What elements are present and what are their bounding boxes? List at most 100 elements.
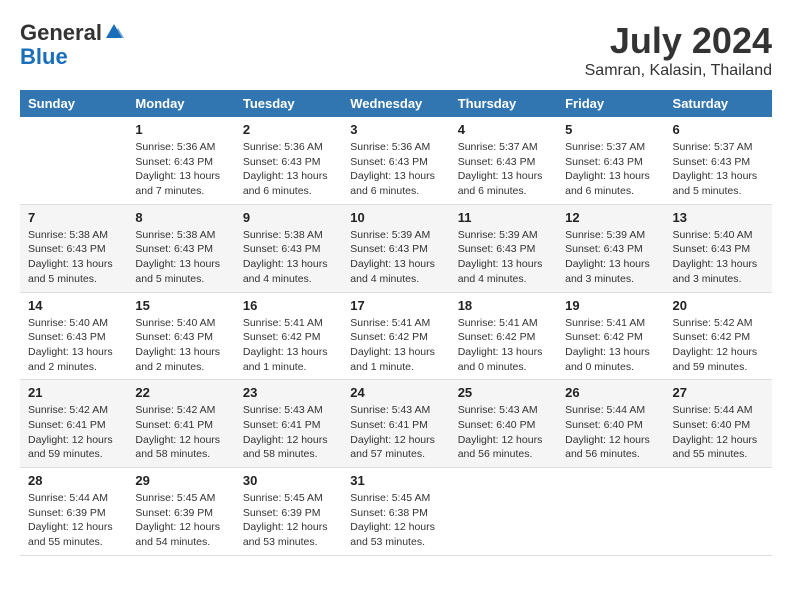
day-info: Sunrise: 5:41 AMSunset: 6:42 PMDaylight:… bbox=[565, 316, 656, 375]
calendar-day-cell: 20 Sunrise: 5:42 AMSunset: 6:42 PMDayligh… bbox=[665, 292, 772, 380]
title-block: July 2024 Samran, Kalasin, Thailand bbox=[585, 20, 772, 80]
day-info: Sunrise: 5:43 AMSunset: 6:41 PMDaylight:… bbox=[243, 403, 334, 462]
day-number: 23 bbox=[243, 385, 334, 400]
day-info: Sunrise: 5:44 AMSunset: 6:40 PMDaylight:… bbox=[673, 403, 764, 462]
calendar-day-cell: 27 Sunrise: 5:44 AMSunset: 6:40 PMDayligh… bbox=[665, 380, 772, 468]
day-info: Sunrise: 5:42 AMSunset: 6:41 PMDaylight:… bbox=[28, 403, 119, 462]
day-number: 20 bbox=[673, 298, 764, 313]
month-year-title: July 2024 bbox=[585, 20, 772, 62]
calendar-day-cell: 29 Sunrise: 5:45 AMSunset: 6:39 PMDayligh… bbox=[127, 468, 234, 556]
weekday-header-saturday: Saturday bbox=[665, 90, 772, 117]
day-number: 26 bbox=[565, 385, 656, 400]
calendar-day-cell: 31Sunrise: 5:45 AMSunset: 6:38 PMDayligh… bbox=[342, 468, 449, 556]
day-number: 8 bbox=[135, 210, 226, 225]
calendar-day-cell: 12 Sunrise: 5:39 AMSunset: 6:43 PMDayligh… bbox=[557, 204, 664, 292]
day-info: Sunrise: 5:37 AMSunset: 6:43 PMDaylight:… bbox=[458, 140, 549, 199]
calendar-day-cell: 14 Sunrise: 5:40 AMSunset: 6:43 PMDayligh… bbox=[20, 292, 127, 380]
calendar-day-cell: 9 Sunrise: 5:38 AMSunset: 6:43 PMDaylight… bbox=[235, 204, 342, 292]
calendar-day-cell: 13 Sunrise: 5:40 AMSunset: 6:43 PMDayligh… bbox=[665, 204, 772, 292]
calendar-day-cell: 17 Sunrise: 5:41 AMSunset: 6:42 PMDayligh… bbox=[342, 292, 449, 380]
calendar-day-cell: 26Sunrise: 5:44 AMSunset: 6:40 PMDayligh… bbox=[557, 380, 664, 468]
day-info: Sunrise: 5:40 AMSunset: 6:43 PMDaylight:… bbox=[135, 316, 226, 375]
day-info: Sunrise: 5:36 AMSunset: 6:43 PMDaylight:… bbox=[243, 140, 334, 199]
day-info: Sunrise: 5:38 AMSunset: 6:43 PMDaylight:… bbox=[28, 228, 119, 287]
calendar-day-cell: 16 Sunrise: 5:41 AMSunset: 6:42 PMDayligh… bbox=[235, 292, 342, 380]
day-number: 17 bbox=[350, 298, 441, 313]
calendar-day-cell bbox=[20, 117, 127, 204]
calendar-week-row: 21 Sunrise: 5:42 AMSunset: 6:41 PMDayligh… bbox=[20, 380, 772, 468]
calendar-day-cell: 10Sunrise: 5:39 AMSunset: 6:43 PMDayligh… bbox=[342, 204, 449, 292]
calendar-day-cell: 15 Sunrise: 5:40 AMSunset: 6:43 PMDayligh… bbox=[127, 292, 234, 380]
calendar-week-row: 7 Sunrise: 5:38 AMSunset: 6:43 PMDaylight… bbox=[20, 204, 772, 292]
day-number: 16 bbox=[243, 298, 334, 313]
day-info: Sunrise: 5:36 AMSunset: 6:43 PMDaylight:… bbox=[350, 140, 441, 199]
weekday-header-friday: Friday bbox=[557, 90, 664, 117]
weekday-header-tuesday: Tuesday bbox=[235, 90, 342, 117]
day-number: 2 bbox=[243, 122, 334, 137]
day-info: Sunrise: 5:39 AMSunset: 6:43 PMDaylight:… bbox=[350, 228, 441, 287]
day-number: 5 bbox=[565, 122, 656, 137]
day-number: 9 bbox=[243, 210, 334, 225]
weekday-header-sunday: Sunday bbox=[20, 90, 127, 117]
day-info: Sunrise: 5:45 AMSunset: 6:39 PMDaylight:… bbox=[243, 491, 334, 550]
calendar-day-cell: 24Sunrise: 5:43 AMSunset: 6:41 PMDayligh… bbox=[342, 380, 449, 468]
calendar-day-cell: 28Sunrise: 5:44 AMSunset: 6:39 PMDayligh… bbox=[20, 468, 127, 556]
calendar-day-cell bbox=[665, 468, 772, 556]
day-info: Sunrise: 5:39 AMSunset: 6:43 PMDaylight:… bbox=[565, 228, 656, 287]
location-subtitle: Samran, Kalasin, Thailand bbox=[585, 62, 772, 80]
day-number: 4 bbox=[458, 122, 549, 137]
calendar-week-row: 1 Sunrise: 5:36 AMSunset: 6:43 PMDaylight… bbox=[20, 117, 772, 204]
calendar-day-cell: 23 Sunrise: 5:43 AMSunset: 6:41 PMDayligh… bbox=[235, 380, 342, 468]
day-number: 14 bbox=[28, 298, 119, 313]
day-number: 18 bbox=[458, 298, 549, 313]
day-info: Sunrise: 5:40 AMSunset: 6:43 PMDaylight:… bbox=[28, 316, 119, 375]
day-number: 6 bbox=[673, 122, 764, 137]
calendar-day-cell: 6 Sunrise: 5:37 AMSunset: 6:43 PMDaylight… bbox=[665, 117, 772, 204]
day-number: 29 bbox=[135, 473, 226, 488]
calendar-day-cell: 22 Sunrise: 5:42 AMSunset: 6:41 PMDayligh… bbox=[127, 380, 234, 468]
day-number: 27 bbox=[673, 385, 764, 400]
day-info: Sunrise: 5:41 AMSunset: 6:42 PMDaylight:… bbox=[350, 316, 441, 375]
day-info: Sunrise: 5:37 AMSunset: 6:43 PMDaylight:… bbox=[673, 140, 764, 199]
day-number: 13 bbox=[673, 210, 764, 225]
day-number: 15 bbox=[135, 298, 226, 313]
day-info: Sunrise: 5:38 AMSunset: 6:43 PMDaylight:… bbox=[243, 228, 334, 287]
weekday-header-wednesday: Wednesday bbox=[342, 90, 449, 117]
day-number: 21 bbox=[28, 385, 119, 400]
calendar-day-cell: 8 Sunrise: 5:38 AMSunset: 6:43 PMDaylight… bbox=[127, 204, 234, 292]
day-number: 12 bbox=[565, 210, 656, 225]
day-number: 28 bbox=[28, 473, 119, 488]
day-info: Sunrise: 5:45 AMSunset: 6:39 PMDaylight:… bbox=[135, 491, 226, 550]
logo-blue-text: Blue bbox=[20, 44, 68, 69]
day-info: Sunrise: 5:41 AMSunset: 6:42 PMDaylight:… bbox=[458, 316, 549, 375]
calendar-day-cell: 3Sunrise: 5:36 AMSunset: 6:43 PMDaylight… bbox=[342, 117, 449, 204]
weekday-header-monday: Monday bbox=[127, 90, 234, 117]
calendar-day-cell: 1 Sunrise: 5:36 AMSunset: 6:43 PMDaylight… bbox=[127, 117, 234, 204]
day-number: 30 bbox=[243, 473, 334, 488]
day-number: 1 bbox=[135, 122, 226, 137]
calendar-week-row: 28Sunrise: 5:44 AMSunset: 6:39 PMDayligh… bbox=[20, 468, 772, 556]
calendar-table: SundayMondayTuesdayWednesdayThursdayFrid… bbox=[20, 90, 772, 556]
weekday-header-thursday: Thursday bbox=[450, 90, 557, 117]
day-info: Sunrise: 5:42 AMSunset: 6:42 PMDaylight:… bbox=[673, 316, 764, 375]
logo-icon bbox=[104, 20, 124, 40]
calendar-day-cell: 7 Sunrise: 5:38 AMSunset: 6:43 PMDaylight… bbox=[20, 204, 127, 292]
day-number: 7 bbox=[28, 210, 119, 225]
day-info: Sunrise: 5:40 AMSunset: 6:43 PMDaylight:… bbox=[673, 228, 764, 287]
day-info: Sunrise: 5:41 AMSunset: 6:42 PMDaylight:… bbox=[243, 316, 334, 375]
day-number: 25 bbox=[458, 385, 549, 400]
calendar-day-cell bbox=[450, 468, 557, 556]
day-number: 11 bbox=[458, 210, 549, 225]
calendar-day-cell: 5 Sunrise: 5:37 AMSunset: 6:43 PMDaylight… bbox=[557, 117, 664, 204]
day-info: Sunrise: 5:38 AMSunset: 6:43 PMDaylight:… bbox=[135, 228, 226, 287]
day-info: Sunrise: 5:36 AMSunset: 6:43 PMDaylight:… bbox=[135, 140, 226, 199]
calendar-day-cell: 25Sunrise: 5:43 AMSunset: 6:40 PMDayligh… bbox=[450, 380, 557, 468]
calendar-day-cell bbox=[557, 468, 664, 556]
day-number: 22 bbox=[135, 385, 226, 400]
calendar-day-cell: 21 Sunrise: 5:42 AMSunset: 6:41 PMDayligh… bbox=[20, 380, 127, 468]
day-info: Sunrise: 5:45 AMSunset: 6:38 PMDaylight:… bbox=[350, 491, 441, 550]
day-info: Sunrise: 5:37 AMSunset: 6:43 PMDaylight:… bbox=[565, 140, 656, 199]
logo-general-text: General bbox=[20, 20, 102, 45]
day-info: Sunrise: 5:42 AMSunset: 6:41 PMDaylight:… bbox=[135, 403, 226, 462]
calendar-day-cell: 2 Sunrise: 5:36 AMSunset: 6:43 PMDaylight… bbox=[235, 117, 342, 204]
